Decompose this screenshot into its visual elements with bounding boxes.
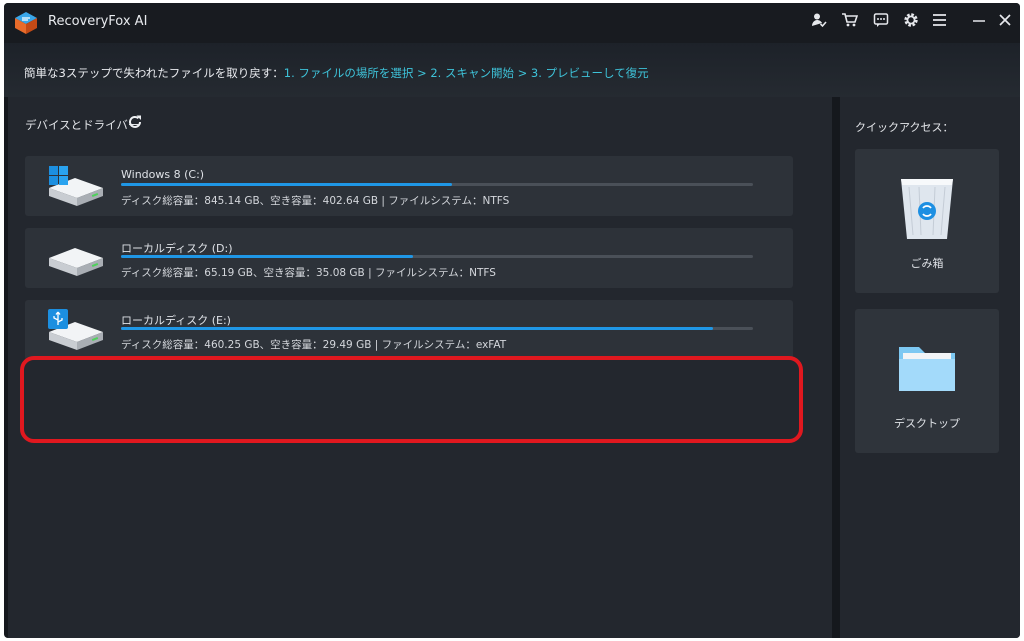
minimize-icon[interactable] (970, 11, 988, 29)
quick-access-recycle-bin[interactable]: ごみ箱 (855, 149, 999, 293)
drive-item-c[interactable]: Windows 8 (C:) ディスク総容量：845.14 GB、空き容量：40… (25, 156, 793, 216)
drive-item-d[interactable]: ローカルディスク (D:) ディスク総容量：65.19 GB、空き容量：35.0… (25, 228, 793, 288)
quick-access-title: クイックアクセス： (855, 121, 954, 134)
drive-usage-bar (121, 255, 753, 258)
steps-list: 1. ファイルの場所を選択 > 2. スキャン開始 > 3. プレビューして復元 (283, 66, 649, 80)
drive-name: ローカルディスク (E:) (121, 314, 231, 327)
drive-info: ディスク総容量：65.19 GB、空き容量：35.08 GB | ファイルシステ… (121, 267, 496, 279)
feedback-icon[interactable] (872, 11, 890, 29)
title-bar: RecoveryFox AI (4, 3, 1020, 43)
drive-usage-fill (121, 327, 713, 330)
devices-title: デバイスとドライバー (25, 118, 140, 132)
drive-item-e[interactable]: ローカルディスク (E:) ディスク総容量：460.25 GB、空き容量：29.… (25, 300, 793, 360)
cart-icon[interactable] (840, 11, 858, 29)
folder-icon (899, 347, 955, 391)
app-title: RecoveryFox AI (48, 14, 148, 29)
highlight-annotation (20, 356, 803, 443)
drive-name: ローカルディスク (D:) (121, 242, 233, 255)
usb-drive-icon (48, 309, 103, 350)
steps-instructions: 簡単な3ステップで失われたファイルを取り戻す：1. ファイルの場所を選択 > 2… (24, 65, 649, 81)
drive-usage-bar (121, 183, 753, 186)
recycle-bin-icon (901, 179, 953, 239)
close-icon[interactable] (996, 11, 1014, 29)
steps-banner: 簡単な3ステップで失われたファイルを取り戻す：1. ファイルの場所を選択 > 2… (4, 43, 1020, 97)
hard-drive-icon (49, 248, 103, 276)
app-logo-icon (15, 12, 37, 34)
drive-info: ディスク総容量：460.25 GB、空き容量：29.49 GB | ファイルシス… (121, 339, 507, 351)
quick-access-panel: クイックアクセス： ごみ箱 デスクトップ (840, 97, 1020, 638)
quick-access-label: デスクトップ (894, 417, 960, 430)
refresh-icon[interactable] (126, 113, 144, 131)
drive-usage-fill (121, 183, 453, 186)
settings-icon[interactable] (902, 11, 920, 29)
drive-info: ディスク総容量：845.14 GB、空き容量：402.64 GB | ファイルシ… (121, 195, 510, 207)
quick-access-label: ごみ箱 (910, 257, 944, 270)
app-window: RecoveryFox AI 簡単な3ステップで失われたファイルを取り戻す：1.… (4, 3, 1020, 638)
drive-usage-fill (121, 255, 413, 258)
panel-divider (832, 97, 840, 638)
drive-usage-bar (121, 327, 753, 330)
steps-prefix: 簡単な3ステップで失われたファイルを取り戻す： (24, 66, 284, 80)
quick-access-desktop[interactable]: デスクトップ (855, 309, 999, 453)
account-icon[interactable] (810, 11, 828, 29)
windows-drive-icon (49, 166, 103, 206)
menu-icon[interactable] (930, 11, 948, 29)
drive-name: Windows 8 (C:) (121, 168, 205, 181)
